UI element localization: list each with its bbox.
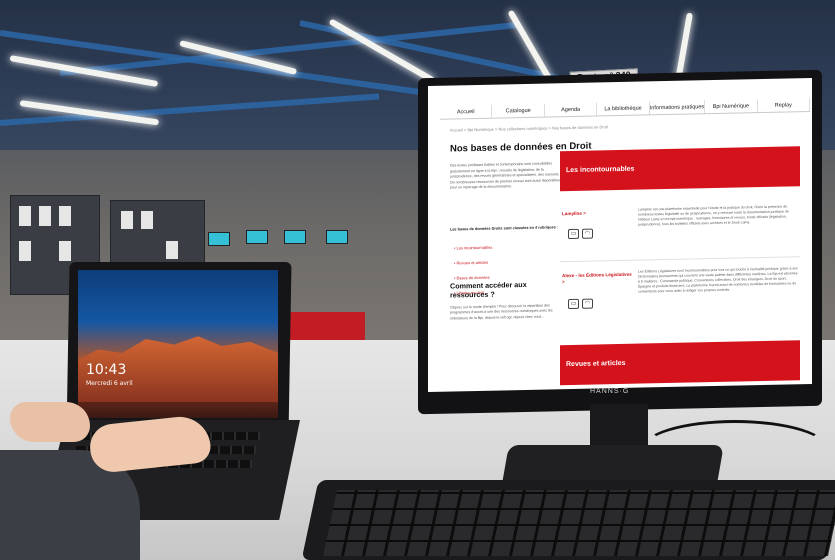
monitor-brand-logo: HANNS·G bbox=[590, 388, 630, 395]
left-hand bbox=[10, 402, 90, 442]
section-revues-articles: Revues et articles bbox=[560, 340, 800, 386]
section-incontournables: Les incontournables bbox=[560, 146, 800, 192]
cable bbox=[640, 420, 830, 480]
resource-access-icons: ▭ ◠ bbox=[568, 228, 593, 240]
wifi-icon: ◠ bbox=[582, 298, 593, 309]
intro-text: Des textes juridiques fiables et contemp… bbox=[450, 161, 560, 190]
rubric-note: Les bases de données Droits sont classée… bbox=[450, 225, 559, 232]
background-computer bbox=[246, 230, 268, 244]
resource-editions-legislatives-link[interactable]: Alexe - les Éditions Législatives > bbox=[562, 272, 632, 285]
nav-replay[interactable]: Replay bbox=[757, 98, 811, 113]
monitor-screen: Accueil Catalogue Agenda La bibliothèque… bbox=[428, 77, 812, 393]
rubric-link[interactable]: Bases de données bbox=[454, 275, 492, 281]
breadcrumb[interactable]: Accueil > Bpi Numérique > Nos collection… bbox=[450, 124, 608, 132]
nav-bpi-numerique[interactable]: Bpi Numérique bbox=[705, 99, 758, 114]
rubric-link[interactable]: Les incontournables bbox=[454, 245, 493, 251]
background-computer bbox=[326, 230, 348, 244]
resource-editions-legislatives-desc: Les Éditions Législatives sont incontour… bbox=[638, 266, 798, 294]
nav-agenda[interactable]: Agenda bbox=[544, 102, 598, 117]
background-computer bbox=[284, 230, 306, 244]
access-heading: Comment accéder aux ressources ? bbox=[450, 279, 527, 300]
red-chair bbox=[285, 312, 365, 342]
lock-screen-date: Mercredi 6 avril bbox=[86, 380, 133, 387]
lock-screen-time: 10:43 bbox=[86, 362, 127, 378]
laptop-screen: 10:43 Mercredi 6 avril bbox=[78, 270, 278, 418]
photo-scene: Poste n° 240 10:43 Mercredi 6 avril Accu… bbox=[0, 0, 835, 560]
nav-accueil[interactable]: Accueil bbox=[440, 104, 493, 119]
computer-icon: ▭ bbox=[568, 298, 579, 310]
wifi-icon: ◠ bbox=[582, 228, 593, 239]
resource-access-icons: ▭ ◠ bbox=[568, 298, 593, 310]
computer-icon: ▭ bbox=[568, 228, 579, 240]
access-text: Cliquez sur le mode d'emploi ! Pour déco… bbox=[450, 303, 553, 321]
resource-lamyline-link[interactable]: Lamyline > bbox=[562, 210, 632, 217]
nav-bibliotheque[interactable]: La bibliothèque bbox=[597, 101, 650, 116]
keyboard-keys bbox=[322, 490, 835, 556]
nav-infos-pratiques[interactable]: Informations pratiques bbox=[649, 100, 706, 115]
resource-lamyline-desc: Lamyline est une plateforme essentielle … bbox=[638, 204, 789, 227]
background-computer bbox=[208, 232, 230, 246]
nav-catalogue[interactable]: Catalogue bbox=[492, 103, 545, 118]
rubric-link[interactable]: Revues et articles bbox=[454, 260, 492, 266]
ceiling-light bbox=[9, 55, 159, 88]
site-nav: Accueil Catalogue Agenda La bibliothèque… bbox=[440, 98, 811, 120]
divider bbox=[560, 256, 800, 263]
